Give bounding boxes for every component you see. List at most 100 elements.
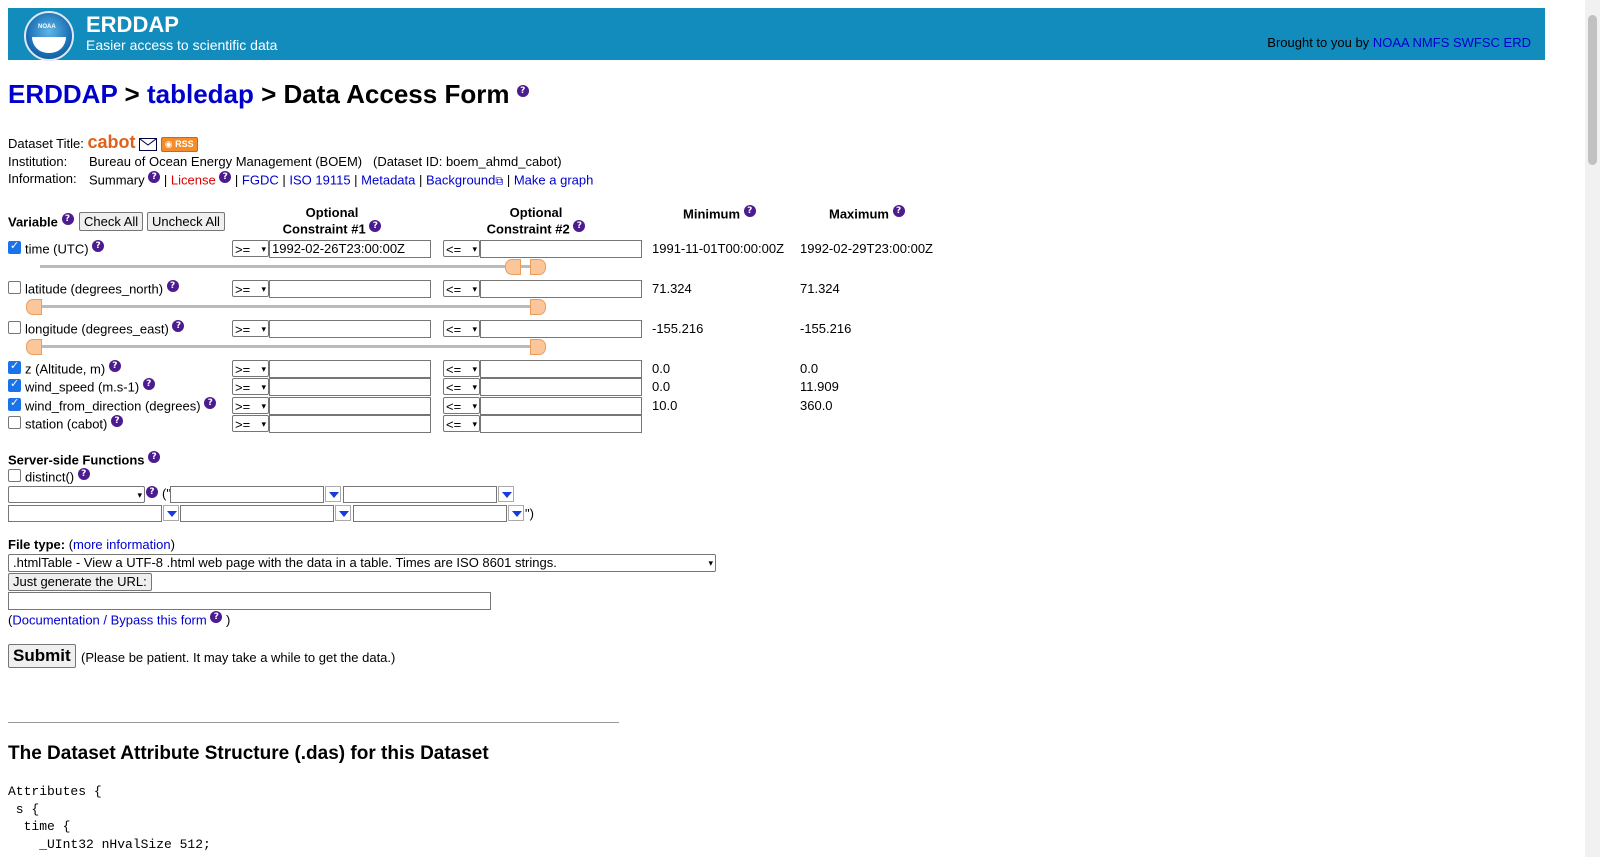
help-icon[interactable]: ?: [61, 213, 74, 225]
constraint2-operator[interactable]: <= ▾: [443, 360, 480, 377]
breadcrumb-erddap[interactable]: ERDDAP: [8, 79, 117, 109]
function-arg2-input[interactable]: [343, 486, 497, 503]
help-icon[interactable]: ?: [369, 220, 382, 232]
variable-checkbox[interactable]: [8, 359, 21, 375]
page-scrollbar[interactable]: [1585, 0, 1600, 857]
help-icon[interactable]: ?: [210, 611, 223, 623]
help-icon[interactable]: ?: [92, 240, 105, 252]
iso-link[interactable]: ISO 19115: [289, 172, 350, 187]
help-icon[interactable]: ?: [148, 451, 161, 463]
help-icon[interactable]: ?: [204, 397, 217, 409]
scrollbar-thumb[interactable]: [1588, 15, 1597, 165]
constraint2-operator[interactable]: <= ▾: [443, 240, 480, 257]
arrow-down-icon[interactable]: [335, 505, 351, 521]
email-icon[interactable]: [139, 138, 158, 152]
constraint2-operator[interactable]: <= ▾: [443, 378, 480, 395]
constraint2-input[interactable]: [480, 280, 642, 298]
constraint2-operator[interactable]: <= ▾: [443, 397, 480, 414]
more-info-link[interactable]: more information: [73, 537, 171, 552]
constraint2-input[interactable]: [480, 320, 642, 338]
longitude-slider-handle-max[interactable]: [530, 339, 546, 355]
constraint2-operator[interactable]: <= ▾: [443, 280, 480, 297]
help-icon[interactable]: ?: [77, 468, 90, 480]
variable-checkbox[interactable]: [8, 396, 21, 412]
constraint2-input[interactable]: [480, 397, 642, 415]
arrow-down-icon[interactable]: [163, 505, 179, 521]
file-type-select[interactable]: .htmlTable - View a UTF-8 .html web page…: [8, 554, 716, 572]
constraint1-input[interactable]: [269, 397, 431, 415]
constraint1-input[interactable]: 1992-02-26T23:00:00Z: [269, 240, 431, 258]
constraint1-input[interactable]: [269, 280, 431, 298]
constraint1-operator[interactable]: >= ▾: [232, 397, 269, 414]
generated-url-input[interactable]: [8, 592, 491, 610]
function-arg1-input[interactable]: [170, 486, 324, 503]
constraint1-operator[interactable]: >= ▾: [232, 360, 269, 377]
latitude-slider-handle-min[interactable]: [26, 299, 42, 315]
constraint1-operator[interactable]: >= ▾: [232, 280, 269, 297]
help-icon[interactable]: ?: [892, 205, 905, 217]
latitude-slider-handle-max[interactable]: [530, 299, 546, 315]
help-icon[interactable]: ?: [108, 360, 121, 372]
time-slider-handle-max[interactable]: [530, 259, 546, 275]
license-link[interactable]: License: [171, 172, 216, 187]
variable-checkbox[interactable]: [8, 281, 21, 295]
constraint2-input[interactable]: [480, 378, 642, 396]
help-icon[interactable]: ?: [142, 378, 155, 390]
rss-icon[interactable]: ◉ RSS: [160, 137, 198, 153]
variable-checkbox[interactable]: [8, 239, 21, 255]
help-icon[interactable]: ?: [219, 171, 232, 183]
constraint2-input[interactable]: [480, 240, 642, 258]
noaa-logo[interactable]: NOAA: [24, 11, 74, 61]
variable-checkbox[interactable]: [8, 377, 21, 393]
app-name[interactable]: ERDDAP: [86, 12, 179, 38]
help-icon[interactable]: ?: [166, 280, 179, 292]
help-icon[interactable]: ?: [573, 220, 586, 232]
distinct-checkbox[interactable]: [8, 469, 21, 483]
background-link[interactable]: Background: [426, 172, 495, 187]
latitude-slider-track[interactable]: [30, 305, 540, 308]
time-slider-handle-min[interactable]: [505, 259, 521, 275]
help-icon[interactable]: ?: [516, 85, 529, 98]
constraint1-operator[interactable]: >= ▾: [232, 378, 269, 395]
constraint1-input[interactable]: [269, 415, 431, 433]
function-arg4-input[interactable]: [180, 505, 334, 522]
longitude-slider-handle-min[interactable]: [26, 339, 42, 355]
fgdc-link[interactable]: FGDC: [242, 172, 279, 187]
arrow-down-icon[interactable]: [508, 505, 524, 521]
uncheck-all-button[interactable]: Uncheck All: [147, 212, 225, 231]
maximum-value: -155.216: [800, 321, 852, 336]
metadata-link[interactable]: Metadata: [361, 172, 415, 187]
arrow-down-icon[interactable]: [325, 486, 341, 502]
time-slider-track[interactable]: [40, 265, 540, 268]
documentation-link[interactable]: Documentation / Bypass this form: [12, 612, 206, 627]
chevron-down-icon: ▾: [708, 558, 713, 568]
help-icon[interactable]: ?: [172, 320, 185, 332]
constraint1-input[interactable]: [269, 320, 431, 338]
check-all-button[interactable]: Check All: [79, 212, 144, 231]
generate-url-button[interactable]: Just generate the URL:: [8, 573, 152, 591]
constraint2-input[interactable]: [480, 360, 642, 378]
help-icon[interactable]: ?: [146, 486, 158, 498]
constraint1-operator[interactable]: >= ▾: [232, 415, 269, 432]
function-arg3-input[interactable]: [8, 505, 162, 522]
constraint1-input[interactable]: [269, 378, 431, 396]
function-select[interactable]: ▾: [8, 486, 145, 503]
constraint1-input[interactable]: [269, 360, 431, 378]
variable-checkbox[interactable]: [8, 321, 21, 335]
constraint2-operator[interactable]: <= ▾: [443, 320, 480, 337]
longitude-slider-track[interactable]: [30, 345, 540, 348]
constraint2-operator[interactable]: <= ▾: [443, 415, 480, 432]
help-icon[interactable]: ?: [743, 205, 756, 217]
function-arg5-input[interactable]: [353, 505, 507, 522]
constraint1-operator[interactable]: >= ▾: [232, 320, 269, 337]
make-graph-link[interactable]: Make a graph: [514, 172, 594, 187]
submit-button[interactable]: Submit: [8, 644, 76, 668]
help-icon[interactable]: ?: [111, 415, 123, 427]
breadcrumb-tabledap[interactable]: tabledap: [147, 79, 254, 109]
constraint1-operator[interactable]: >= ▾: [232, 240, 269, 257]
arrow-down-icon[interactable]: [498, 486, 514, 502]
variable-checkbox[interactable]: [8, 416, 21, 430]
noaa-link[interactable]: NOAA NMFS SWFSC ERD: [1373, 35, 1531, 50]
help-icon[interactable]: ?: [148, 171, 161, 183]
constraint2-input[interactable]: [480, 415, 642, 433]
